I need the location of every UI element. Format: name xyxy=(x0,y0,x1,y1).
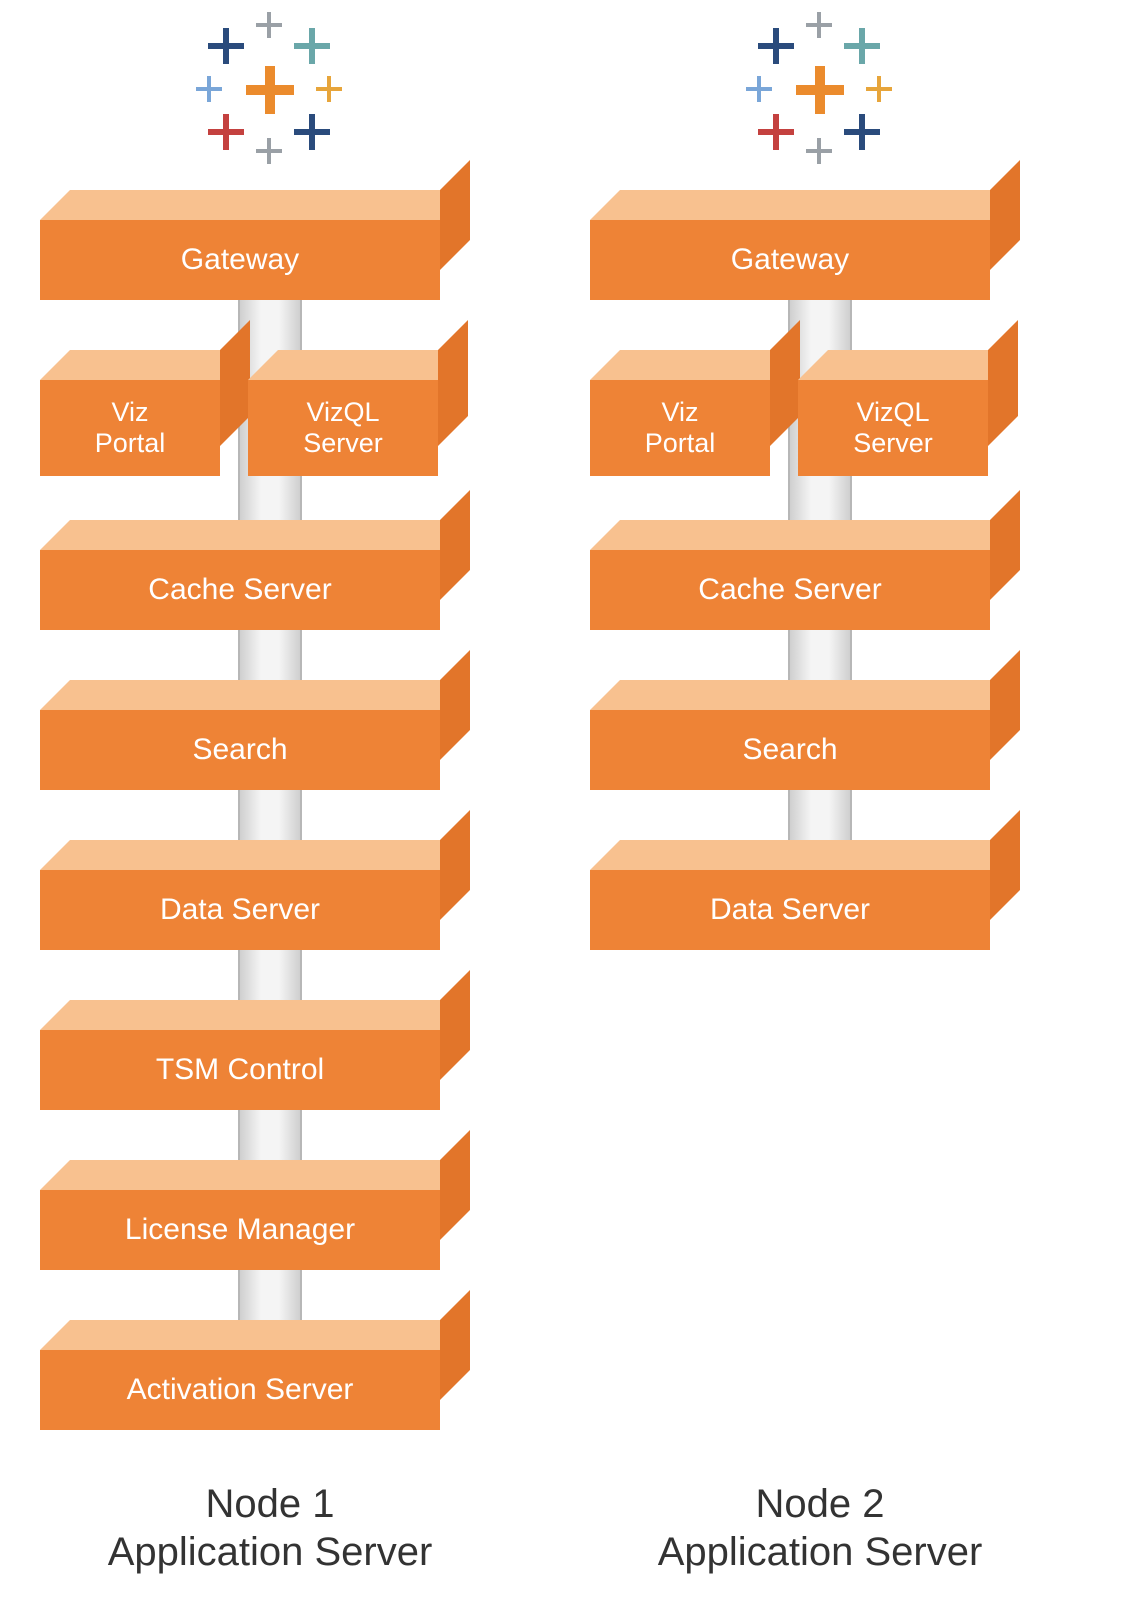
architecture-diagram: Gateway Viz Portal VizQL Serve xyxy=(0,0,1127,1604)
tableau-logo-icon xyxy=(190,10,350,170)
block-label: VizQL Server xyxy=(853,397,933,459)
block-license-manager: License Manager xyxy=(40,1160,500,1280)
node-1-caption: Node 1 Application Server xyxy=(108,1480,433,1576)
tableau-logo-icon xyxy=(740,10,900,170)
block-label: Cache Server xyxy=(698,573,881,608)
block-label: Viz Portal xyxy=(95,397,166,459)
block-pair-viz: Viz Portal VizQL Server xyxy=(590,350,1050,480)
block-search: Search xyxy=(590,680,1050,800)
block-data-server: Data Server xyxy=(590,840,1050,960)
block-data-server: Data Server xyxy=(40,840,500,960)
block-label: Search xyxy=(742,733,837,768)
block-activation-server: Activation Server xyxy=(40,1320,500,1440)
node-1-column: Gateway Viz Portal VizQL Serve xyxy=(40,0,500,1480)
node-2-column: Gateway Viz Portal VizQL Server xyxy=(590,0,1050,1000)
block-gateway: Gateway xyxy=(590,190,1050,310)
block-label: Data Server xyxy=(160,893,320,928)
caption-line2: Application Server xyxy=(108,1530,433,1574)
block-label: Search xyxy=(192,733,287,768)
block-label: Gateway xyxy=(181,243,299,278)
block-cache-server: Cache Server xyxy=(590,520,1050,640)
block-tsm-control: TSM Control xyxy=(40,1000,500,1120)
caption-line1: Node 1 xyxy=(206,1482,335,1526)
caption-line2: Application Server xyxy=(658,1530,983,1574)
node-1-stack: Gateway Viz Portal VizQL Serve xyxy=(40,190,500,1440)
block-pair-viz: Viz Portal VizQL Server xyxy=(40,350,500,480)
node-2-stack: Gateway Viz Portal VizQL Server xyxy=(590,190,1050,960)
block-gateway: Gateway xyxy=(40,190,500,310)
block-label: Data Server xyxy=(710,893,870,928)
node-2-caption: Node 2 Application Server xyxy=(658,1480,983,1576)
block-label: VizQL Server xyxy=(303,397,383,459)
block-search: Search xyxy=(40,680,500,800)
block-label: Cache Server xyxy=(148,573,331,608)
block-label: Viz Portal xyxy=(645,397,716,459)
block-label: License Manager xyxy=(125,1213,355,1248)
block-cache-server: Cache Server xyxy=(40,520,500,640)
block-label: Gateway xyxy=(731,243,849,278)
block-label: TSM Control xyxy=(156,1053,324,1088)
caption-line1: Node 2 xyxy=(756,1482,885,1526)
block-label: Activation Server xyxy=(127,1373,354,1408)
